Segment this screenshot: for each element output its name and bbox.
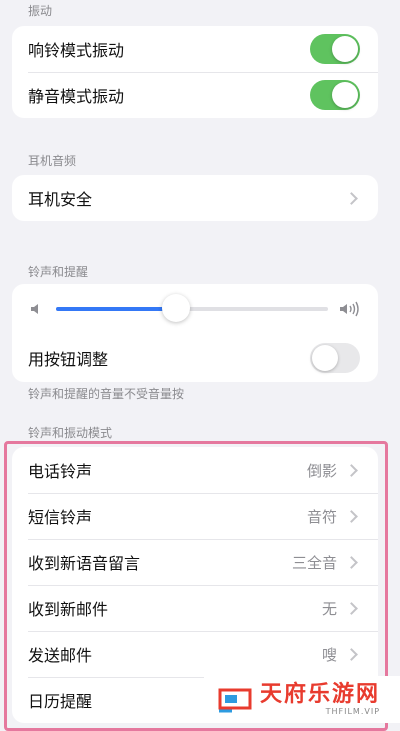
sent-mail-value: 嗖 xyxy=(321,645,337,664)
sent-mail-label: 发送邮件 xyxy=(28,646,93,665)
new-mail-value: 无 xyxy=(321,599,337,618)
chevron-right-icon xyxy=(345,601,358,615)
watermark-subtitle: THFILM.VIP xyxy=(325,707,381,716)
ringtone-alerts-header: 铃声和提醒 xyxy=(28,265,89,279)
new-mail-row[interactable]: 收到新邮件 无 xyxy=(12,585,378,631)
chevron-right-icon xyxy=(345,555,358,569)
sent-mail-row[interactable]: 发送邮件 嗖 xyxy=(12,631,378,677)
vibration-card: 响铃模式振动 静音模式振动 xyxy=(12,26,378,118)
chevron-right-icon xyxy=(345,191,358,205)
headphone-audio-card: 耳机安全 xyxy=(12,175,378,221)
button-adjust-label: 用按钮调整 xyxy=(28,350,109,369)
chevron-right-icon xyxy=(345,647,358,661)
speaker-high-icon xyxy=(340,301,359,317)
button-adjust-row[interactable]: 用按钮调整 xyxy=(12,334,378,382)
volume-slider-fill xyxy=(56,307,176,311)
toggle-knob xyxy=(332,36,358,62)
speaker-low-icon xyxy=(31,304,38,314)
text-tone-label: 短信铃声 xyxy=(28,508,93,527)
watermark: 天府乐游网 THFILM.VIP xyxy=(204,676,400,723)
chevron-right-icon xyxy=(345,509,358,523)
text-tone-value: 音符 xyxy=(306,507,337,526)
site-logo-icon xyxy=(218,688,252,712)
toggle-knob xyxy=(332,82,358,108)
volume-slider-row xyxy=(12,284,378,334)
watermark-title: 天府乐游网 xyxy=(260,682,381,707)
volume-slider[interactable] xyxy=(56,294,328,322)
button-adjust-toggle[interactable] xyxy=(310,343,360,373)
ringtone-label: 电话铃声 xyxy=(28,462,93,481)
vibration-section-header: 振动 xyxy=(28,4,53,18)
ringtone-value: 倒影 xyxy=(306,461,337,480)
ring-vibrate-label: 响铃模式振动 xyxy=(28,41,125,60)
ringtone-footnote: 铃声和提醒的音量不受音量按 xyxy=(28,387,185,401)
new-voicemail-row[interactable]: 收到新语音留言 三全音 xyxy=(12,539,378,585)
ringtone-alerts-card: 用按钮调整 xyxy=(12,284,378,382)
ring-vibrate-row[interactable]: 响铃模式振动 xyxy=(12,26,378,72)
silent-vibrate-label: 静音模式振动 xyxy=(28,87,125,106)
silent-vibrate-toggle[interactable] xyxy=(310,80,360,110)
silent-vibrate-row[interactable]: 静音模式振动 xyxy=(12,72,378,118)
sounds-patterns-header: 铃声和振动模式 xyxy=(28,426,113,440)
volume-slider-thumb[interactable] xyxy=(161,294,190,322)
text-tone-row[interactable]: 短信铃声 音符 xyxy=(12,493,378,539)
ringtone-row[interactable]: 电话铃声 倒影 xyxy=(12,447,378,493)
headphone-audio-header: 耳机音频 xyxy=(28,154,77,168)
headphone-safety-label: 耳机安全 xyxy=(28,190,93,209)
new-voicemail-label: 收到新语音留言 xyxy=(28,554,141,573)
new-mail-label: 收到新邮件 xyxy=(28,600,109,619)
chevron-right-icon xyxy=(345,463,358,477)
headphone-safety-row[interactable]: 耳机安全 xyxy=(12,175,378,221)
ring-vibrate-toggle[interactable] xyxy=(310,34,360,64)
new-voicemail-value: 三全音 xyxy=(291,553,337,572)
toggle-knob xyxy=(312,345,338,371)
